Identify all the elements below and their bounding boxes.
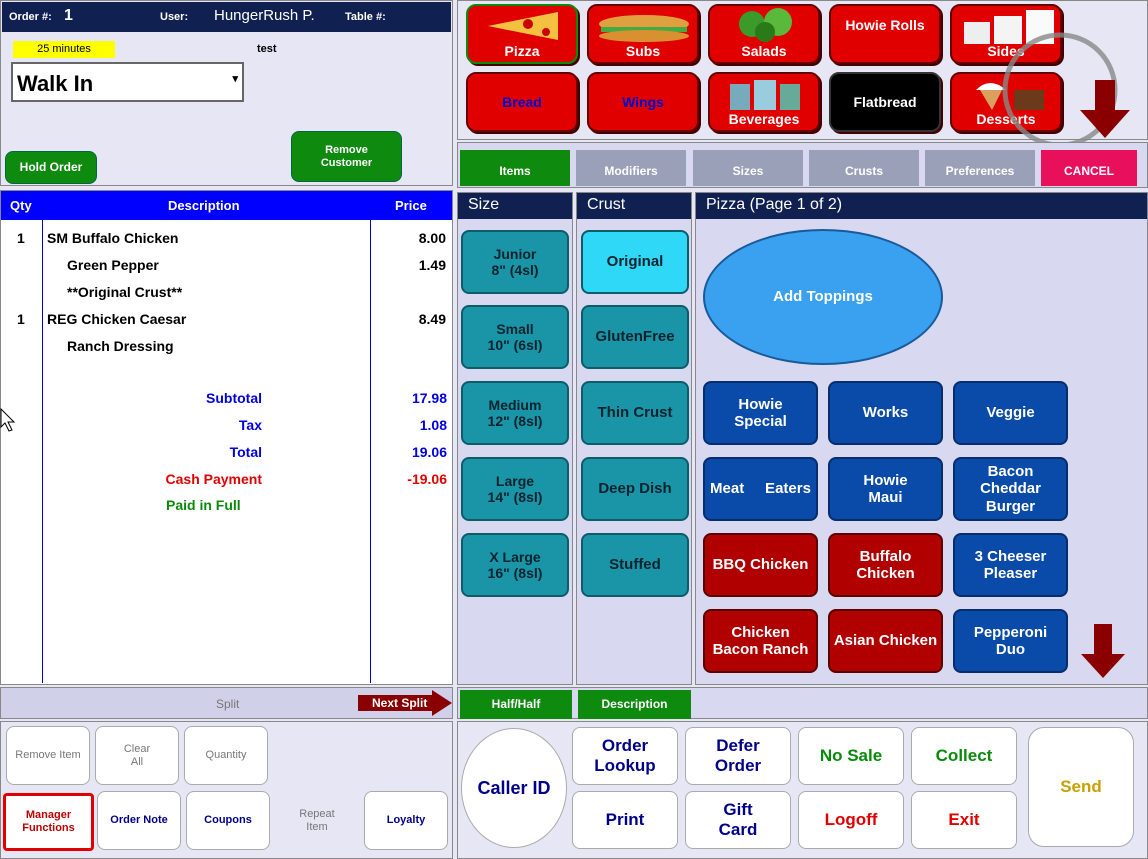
table-row[interactable]: Ranch Dressing [0,333,453,360]
pizza-icon [488,12,558,40]
logoff-button[interactable]: Logoff [798,791,904,849]
hold-order-button[interactable]: Hold Order [5,151,97,184]
tax-label: Tax [238,417,262,433]
user-name: HungerRush P. [214,7,315,24]
tax-value: 1.08 [419,417,447,433]
manager-functions-button[interactable]: Manager Functions [3,793,94,851]
exit-button[interactable]: Exit [911,791,1017,849]
add-toppings-button[interactable]: Add Toppings [703,229,943,365]
pizza-3-cheeser-pleaser-button[interactable]: 3 Cheeser Pleaser [953,533,1068,597]
pizza-chicken-bacon-ranch-button[interactable]: Chicken Bacon Ranch [703,609,818,673]
chevron-down-icon: ▾ [232,73,238,85]
pizza-header: Pizza (Page 1 of 2) [696,193,1147,219]
order-note-button[interactable]: Order Note [97,791,181,850]
total-label: Total [229,444,262,460]
tab-items[interactable]: Items [460,150,570,186]
category-flatbread[interactable]: Flatbread [829,72,941,132]
mouse-cursor-icon [0,408,16,432]
loyalty-button[interactable]: Loyalty [364,791,448,850]
category-beverages[interactable]: Beverages [708,72,820,132]
description-button[interactable]: Description [578,690,691,719]
arrow-down-icon[interactable] [1078,80,1132,142]
crust-deepdish-button[interactable]: Deep Dish [581,457,689,521]
category-subs[interactable]: Subs [587,4,699,64]
size-header: Size [458,193,572,219]
pizza-veggie-button[interactable]: Veggie [953,381,1068,445]
table-row[interactable]: **Original Crust** [0,279,453,306]
size-xlarge-button[interactable]: X Large 16" (8sl) [461,533,569,597]
order-type-value: Walk In [17,71,94,96]
size-junior-button[interactable]: Junior 8" (4sl) [461,230,569,294]
collect-button[interactable]: Collect [911,727,1017,785]
table-row[interactable]: Green Pepper 1.49 [0,252,453,279]
remove-item-button[interactable]: Remove Item [6,726,90,785]
pizza-meat-eaters-button[interactable]: Meat Eaters [703,457,818,521]
size-medium-button[interactable]: Medium 12" (8sl) [461,381,569,445]
crust-original-button[interactable]: Original [581,230,689,294]
total-value: 19.06 [411,444,447,460]
order-note-text: test [257,43,277,55]
repeat-item-button[interactable]: Repeat Item [275,791,359,850]
tab-sizes[interactable]: Sizes [693,150,803,186]
pizza-bacon-cheddar-burger-button[interactable]: Bacon Cheddar Burger [953,457,1068,521]
beverages-icon [730,80,800,110]
col-description-header: Description [168,198,240,213]
col-qty-header: Qty [10,198,32,213]
category-bread[interactable]: Bread [466,72,578,132]
send-button[interactable]: Send [1028,727,1134,847]
size-small-button[interactable]: Small 10" (6sl) [461,305,569,369]
size-large-button[interactable]: Large 14" (8sl) [461,457,569,521]
tab-modifiers[interactable]: Modifiers [576,150,686,186]
crust-glutenfree-button[interactable]: GlutenFree [581,305,689,369]
category-salads[interactable]: Salads [708,4,820,64]
pizza-bbq-chicken-button[interactable]: BBQ Chicken [703,533,818,597]
coupons-button[interactable]: Coupons [186,791,270,850]
table-label: Table #: [345,11,386,23]
table-row[interactable]: 1 REG Chicken Caesar 8.49 [0,306,453,333]
crust-stuffed-button[interactable]: Stuffed [581,533,689,597]
pizza-howie-maui-button[interactable]: Howie Maui [828,457,943,521]
no-sale-button[interactable]: No Sale [798,727,904,785]
clear-all-button[interactable]: Clear All [95,726,179,785]
order-lookup-button[interactable]: Order Lookup [572,727,678,785]
tab-crusts[interactable]: Crusts [809,150,919,186]
tab-cancel[interactable]: CANCEL [1041,150,1137,186]
payment-value: -19.06 [407,471,447,487]
order-number: 1 [64,7,73,24]
crust-thin-button[interactable]: Thin Crust [581,381,689,445]
caller-id-button[interactable]: Caller ID [461,728,567,848]
remove-customer-button[interactable]: Remove Customer [291,131,402,182]
page-down-arrow-icon[interactable] [1079,624,1127,680]
pizza-buffalo-chicken-button[interactable]: Buffalo Chicken [828,533,943,597]
print-button[interactable]: Print [572,791,678,849]
tab-preferences[interactable]: Preferences [925,150,1035,186]
subtotal-label: Subtotal [206,390,262,406]
sub-sandwich-icon [599,15,689,42]
user-label: User: [160,11,189,23]
salad-icon [739,8,792,42]
pizza-asian-chicken-button[interactable]: Asian Chicken [828,609,943,673]
col-price-header: Price [395,198,427,213]
category-pizza[interactable]: Pizza [466,4,578,64]
pizza-pepperoni-duo-button[interactable]: Pepperoni Duo [953,609,1068,673]
pizza-works-button[interactable]: Works [828,381,943,445]
half-half-button[interactable]: Half/Half [460,690,572,719]
pizza-howie-special-button[interactable]: Howie Special [703,381,818,445]
next-split-button[interactable]: Next Split [358,690,452,716]
quantity-button[interactable]: Quantity [184,726,268,785]
order-label: Order #: [9,11,52,23]
order-type-select[interactable]: Walk In ▾ [11,62,244,102]
gift-card-button[interactable]: Gift Card [685,791,791,849]
category-howie-rolls[interactable]: Howie Rolls [829,4,941,64]
split-label: Split [216,697,240,711]
time-badge: 25 minutes [13,41,115,58]
payment-label: Cash Payment [165,471,262,487]
defer-order-button[interactable]: Defer Order [685,727,791,785]
table-row[interactable]: 1 SM Buffalo Chicken 8.00 [0,225,453,252]
crust-header: Crust [577,193,691,219]
category-wings[interactable]: Wings [587,72,699,132]
subtotal-value: 17.98 [411,390,447,406]
paid-label: Paid in Full [166,497,241,513]
